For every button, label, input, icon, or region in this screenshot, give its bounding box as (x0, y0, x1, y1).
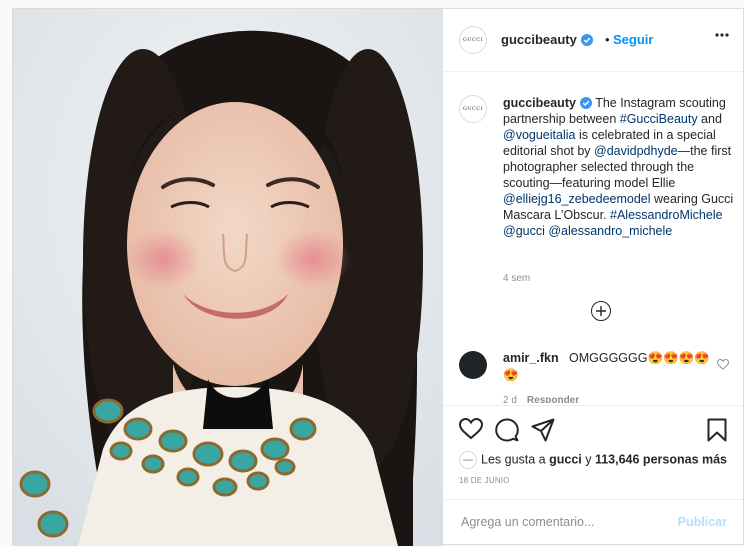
instagram-post: GUCCI guccibeauty • Seguir GUCCI guccibe… (12, 8, 744, 546)
caption-body: The Instagram scouting partnership betwe… (503, 96, 733, 238)
comment-username[interactable]: amir_.fkn (503, 351, 559, 365)
liker-username[interactable]: gucci (549, 452, 582, 466)
mention-link[interactable]: @alessandro_michele (548, 224, 672, 238)
account-name-row: guccibeauty (501, 32, 593, 47)
likes-summary: GUCCI Les gusta a gucci y 113,646 persona… (459, 451, 727, 469)
post-header: GUCCI guccibeauty • Seguir (443, 9, 743, 72)
mention-link[interactable]: @vogueitalia (503, 128, 575, 142)
account-avatar[interactable]: GUCCI (459, 26, 487, 54)
reply-button[interactable]: Responder (527, 395, 579, 403)
save-bookmark-icon[interactable] (707, 418, 727, 442)
hashtag-link[interactable]: #AlessandroMichele (610, 208, 723, 222)
avatar-logo-text: GUCCI (463, 458, 473, 462)
mention-link[interactable]: @davidpdhyde (594, 144, 678, 158)
avatar-logo-text: GUCCI (462, 106, 484, 112)
comment-input[interactable] (459, 514, 663, 530)
comment-text-continued: 😍 (503, 368, 519, 382)
comment-item: amir_.fkn OMGGGGGG😍😍😍😍 😍 2 d Responder (459, 351, 733, 403)
comment-time[interactable]: 2 d (503, 395, 517, 403)
add-comment-bar: Publicar (443, 499, 743, 547)
caption-username[interactable]: guccibeauty (503, 96, 576, 110)
post-sidebar: GUCCI guccibeauty • Seguir GUCCI guccibe… (443, 9, 743, 544)
action-bar (443, 405, 743, 454)
mention-link[interactable]: @gucci (503, 224, 545, 238)
post-date[interactable]: 18 DE JUNIO (459, 476, 510, 485)
caption-timestamp[interactable]: 4 sem (503, 273, 530, 284)
separator-dot: • (605, 32, 610, 47)
verified-badge-icon (579, 97, 592, 109)
share-send-icon[interactable] (531, 418, 555, 442)
load-more-comments-button[interactable] (591, 301, 611, 321)
avatar-logo-text: GUCCI (462, 37, 484, 43)
plus-icon (596, 306, 606, 316)
mention-link[interactable]: @elliejg16_zebedeemodel (503, 192, 651, 206)
likes-connector: y (581, 452, 595, 467)
comment-meta: 2 d Responder (503, 395, 579, 403)
follow-button[interactable]: Seguir (613, 32, 653, 47)
more-options-icon[interactable] (715, 33, 729, 37)
likes-prefix: Les gusta a (481, 452, 550, 467)
likes-count[interactable]: 113,646 personas más (595, 452, 727, 466)
caption-avatar[interactable]: GUCCI (459, 95, 487, 123)
portrait-image (13, 9, 443, 546)
post-comment-button[interactable]: Publicar (678, 515, 727, 529)
post-photo[interactable] (13, 9, 443, 546)
caption-text: guccibeauty The Instagram scouting partn… (503, 95, 743, 239)
commenter-avatar[interactable] (459, 351, 487, 379)
verified-badge-icon (580, 34, 593, 46)
account-username[interactable]: guccibeauty (501, 32, 577, 47)
comment-text: OMGGGGGG😍😍😍😍 (569, 351, 710, 365)
comment-bubble-icon[interactable] (495, 418, 519, 442)
like-heart-icon[interactable] (459, 418, 483, 440)
hashtag-link[interactable]: #GucciBeauty (620, 112, 698, 126)
caption-text-segment: and (697, 112, 722, 126)
comment-like-heart-icon[interactable] (717, 359, 729, 370)
liker-avatar[interactable]: GUCCI (459, 451, 477, 469)
